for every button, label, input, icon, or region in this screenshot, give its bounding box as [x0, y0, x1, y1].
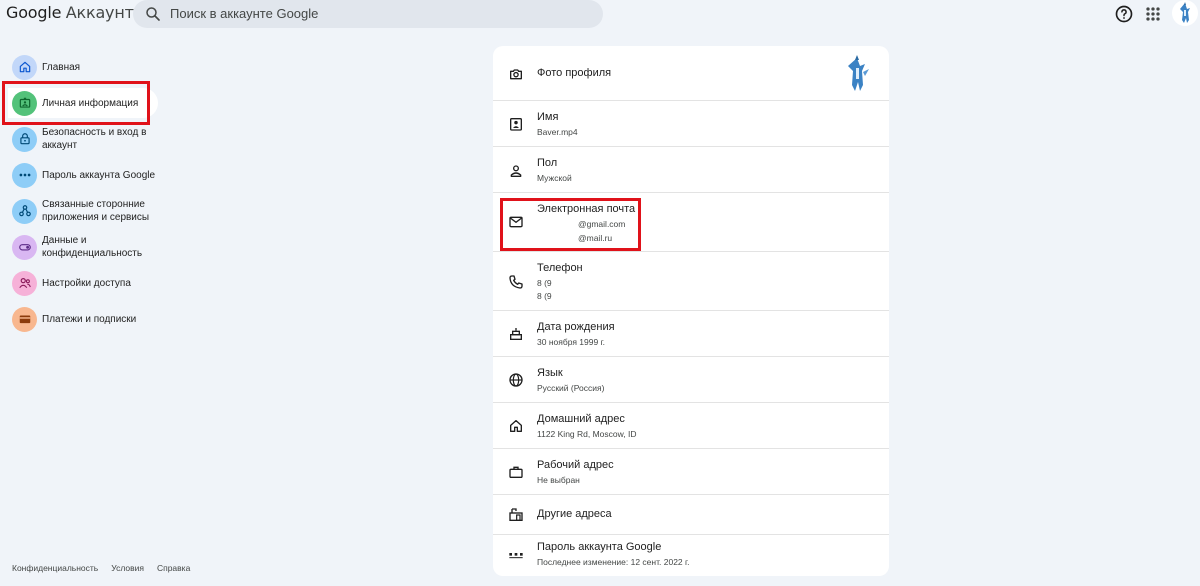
row-value: Последнее изменение: 12 сент. 2022 г.: [537, 557, 690, 567]
row-value: 1122 King Rd, Moscow, ID: [537, 429, 637, 439]
top-bar: Google Аккаунт Поиск в аккаунте Google: [0, 0, 1200, 28]
sidebar-item-data-privacy[interactable]: Данные и конфиденциальность: [8, 232, 158, 262]
cake-icon: [510, 328, 522, 340]
personal-info-card: Фото профиля Имя Baver.mp4 Пол Мужской Э…: [493, 46, 889, 576]
sidebar-item-label: Главная: [42, 61, 81, 73]
search-input[interactable]: Поиск в аккаунте Google: [170, 6, 318, 21]
help-icon[interactable]: [1114, 4, 1134, 24]
google-account-logo[interactable]: Google Аккаунт: [6, 3, 134, 23]
footer-terms-link[interactable]: Условия: [111, 563, 144, 573]
row-title: Пароль аккаунта Google: [537, 541, 662, 553]
footer-help-link[interactable]: Справка: [157, 563, 190, 573]
sidebar-data-circle: [12, 234, 37, 260]
sidebar-apps-circle: [12, 198, 37, 224]
search-bar[interactable]: Поиск в аккаунте Google: [133, 0, 603, 28]
sidebar-item-label: Настройки доступа: [42, 277, 131, 289]
row-value: Мужской: [537, 173, 572, 183]
sidebar-item-label: Данные и конфиденциальность: [42, 235, 143, 259]
row-language[interactable]: Язык Русский (Россия): [493, 357, 889, 403]
phone-icon: [509, 275, 523, 289]
sidebar-item-home[interactable]: Главная: [8, 52, 158, 82]
connected-apps-icon: [18, 205, 31, 217]
globe-icon: [509, 373, 523, 387]
footer-privacy-link[interactable]: Конфиденциальность: [12, 563, 98, 573]
home-address-icon: [510, 420, 522, 432]
brand-account: Аккаунт: [65, 3, 134, 22]
row-title: Рабочий адрес: [537, 459, 614, 471]
highlight-personal-info: [2, 81, 150, 125]
location-icon: [509, 508, 523, 521]
profile-photo[interactable]: [835, 52, 879, 96]
sidebar-item-label: Пароль аккаунта Google: [42, 169, 156, 181]
row-value: 8 (9: [537, 278, 552, 288]
highlight-email: [500, 198, 641, 251]
password-icon: [19, 173, 30, 177]
row-other-addresses[interactable]: Другие адреса: [493, 495, 889, 535]
password-dots-icon: [509, 553, 523, 559]
sidebar-item-label: Безопасность и вход в аккаунт: [42, 127, 147, 151]
row-value: 8 (9: [537, 291, 552, 301]
row-title: Язык: [537, 367, 563, 379]
toggle-icon: [18, 244, 31, 251]
person-icon: [510, 165, 522, 177]
row-value: Не выбран: [537, 475, 580, 485]
row-profile-photo[interactable]: Фото профиля: [493, 46, 889, 101]
shark-avatar-icon: [1180, 2, 1190, 23]
row-name[interactable]: Имя Baver.mp4: [493, 101, 889, 147]
brand-google: Google: [6, 3, 62, 22]
footer-links: Конфиденциальность Условия Справка: [12, 563, 190, 573]
row-value: Русский (Россия): [537, 383, 605, 393]
sidebar-sharing-circle: [12, 270, 37, 296]
shark-avatar-icon: [848, 55, 869, 91]
credit-card-icon: [19, 315, 30, 324]
row-gender[interactable]: Пол Мужской: [493, 147, 889, 193]
row-password[interactable]: Пароль аккаунта Google Последнее изменен…: [493, 535, 889, 576]
sidebar-password-circle: [12, 162, 37, 188]
row-phone[interactable]: Телефон 8 (9 8 (9: [493, 252, 889, 311]
apps-grid-icon[interactable]: [1143, 4, 1163, 24]
lock-icon: [19, 133, 30, 145]
search-icon[interactable]: [144, 5, 162, 23]
row-title: Телефон: [537, 262, 583, 274]
sidebar-item-connected-apps[interactable]: Связанные сторонние приложения и сервисы: [8, 196, 158, 226]
row-title: Домашний адрес: [537, 413, 625, 425]
row-title: Дата рождения: [537, 321, 615, 333]
people-icon: [18, 278, 31, 289]
sidebar-item-label: Платежи и подписки: [42, 313, 137, 325]
camera-icon: [510, 69, 522, 80]
row-title: Имя: [537, 111, 559, 123]
sidebar-item-sharing[interactable]: Настройки доступа: [8, 268, 158, 298]
sidebar-payments-circle: [12, 306, 37, 332]
home-icon: [19, 61, 30, 73]
sidebar-item-password[interactable]: Пароль аккаунта Google: [8, 160, 158, 190]
avatar[interactable]: [1172, 0, 1198, 26]
row-value: Baver.mp4: [537, 127, 578, 137]
badge-icon: [510, 118, 522, 131]
sidebar-item-payments[interactable]: Платежи и подписки: [8, 304, 158, 334]
row-birthday[interactable]: Дата рождения 30 ноября 1999 г.: [493, 311, 889, 357]
work-icon: [509, 466, 523, 478]
row-work-address[interactable]: Рабочий адрес Не выбран: [493, 449, 889, 495]
row-title: Пол: [537, 157, 558, 169]
sidebar-security-circle: [12, 126, 37, 152]
sidebar-item-security[interactable]: Безопасность и вход в аккаунт: [8, 124, 158, 154]
row-title: Другие адреса: [537, 508, 612, 520]
sidebar-item-label: Связанные сторонние приложения и сервисы: [42, 199, 150, 223]
row-value: 30 ноября 1999 г.: [537, 337, 605, 347]
row-home-address[interactable]: Домашний адрес 1122 King Rd, Moscow, ID: [493, 403, 889, 449]
sidebar-home-circle: [12, 54, 37, 80]
row-title: Фото профиля: [537, 67, 612, 79]
